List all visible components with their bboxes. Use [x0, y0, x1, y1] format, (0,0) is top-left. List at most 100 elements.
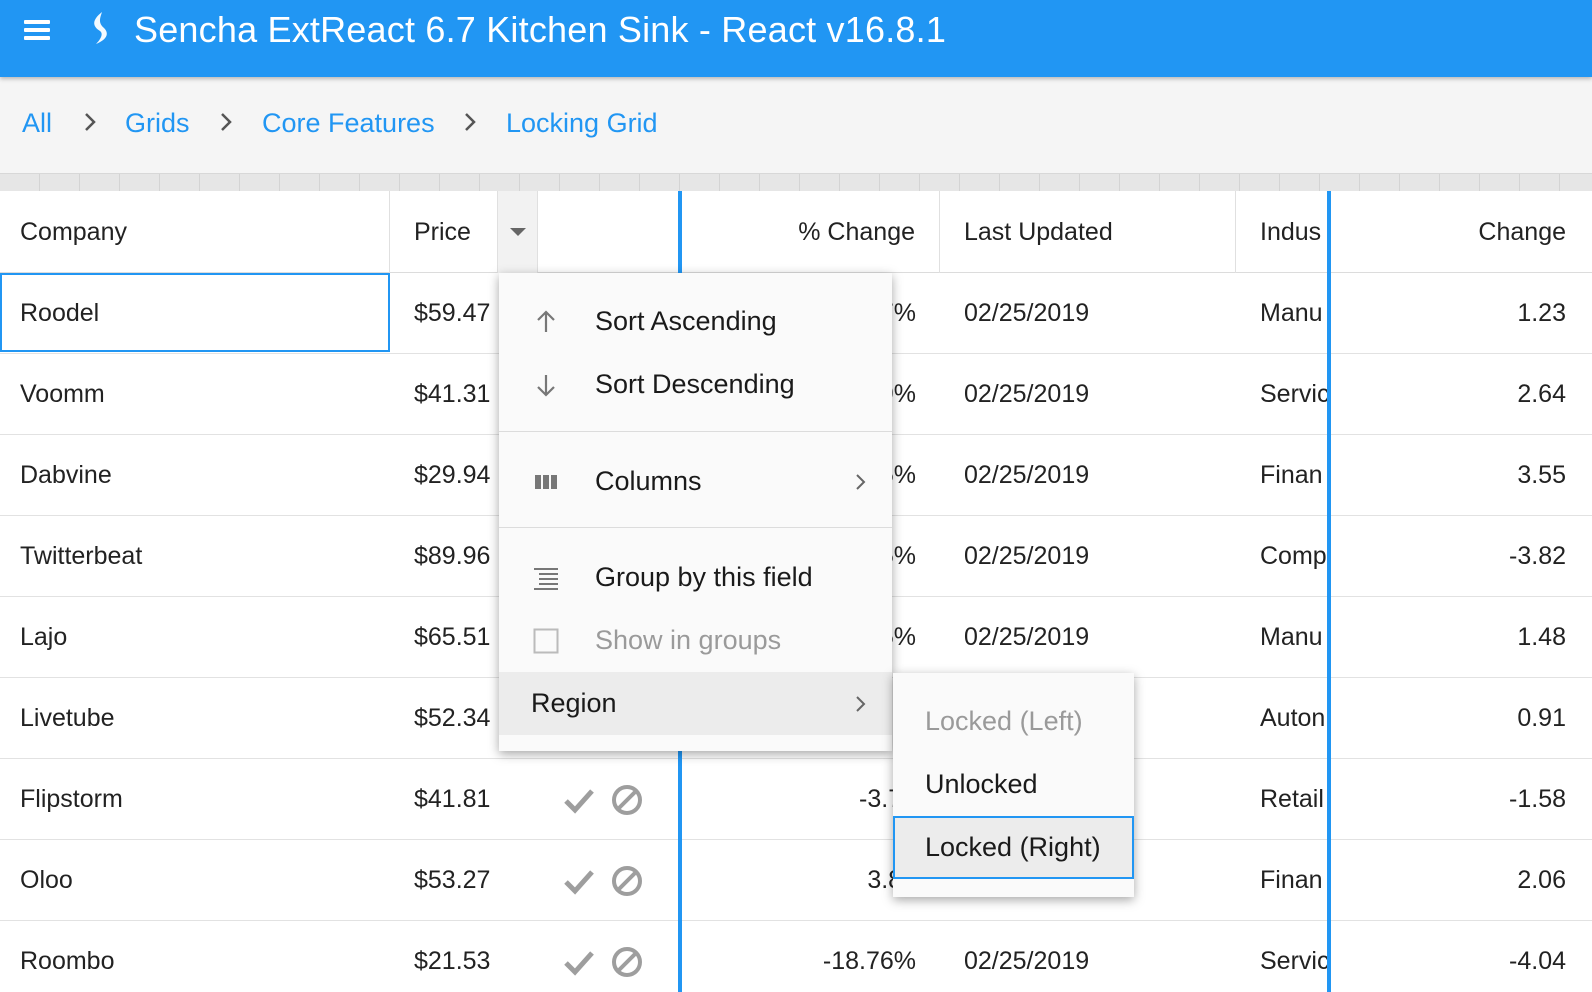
table-row[interactable]: Oloo $53.27 3.87 Finan 2.06	[0, 840, 1592, 921]
arrow-up-icon	[537, 310, 555, 332]
industry-cell[interactable]: Auton	[1236, 678, 1328, 758]
price-cell[interactable]: $29.94	[390, 435, 496, 515]
splitter-bar[interactable]	[0, 173, 1592, 191]
column-menu-trigger[interactable]	[498, 191, 538, 273]
change-cell[interactable]: 3.55	[1332, 435, 1592, 515]
column-header-pct-change[interactable]: % Change	[684, 191, 940, 273]
table-row[interactable]: Flipstorm $41.81 -3.78 Retail -1.58	[0, 759, 1592, 840]
company-cell[interactable]: Dabvine	[0, 435, 390, 515]
menu-item-label: Group by this field	[595, 562, 813, 592]
price-cell[interactable]: $21.53	[390, 921, 496, 992]
menu-item-label: Columns	[595, 466, 702, 496]
menu-item-label: Show in groups	[595, 625, 782, 655]
price-cell[interactable]: $59.47	[390, 273, 496, 353]
chevron-right-icon	[856, 474, 866, 490]
price-cell[interactable]: $41.81	[390, 759, 496, 839]
breadcrumb-locking-grid[interactable]: Locking Grid	[506, 108, 658, 139]
column-header-industry[interactable]: Indus	[1236, 191, 1328, 273]
hamburger-icon[interactable]	[22, 18, 52, 42]
company-cell[interactable]: Livetube	[0, 678, 390, 758]
last-updated-cell[interactable]: 02/25/2019	[940, 354, 1236, 434]
check-icon[interactable]	[561, 944, 597, 980]
chevron-right-icon	[465, 113, 476, 131]
company-cell[interactable]: Roodel	[0, 273, 390, 353]
chevron-right-icon	[221, 113, 232, 131]
price-cell[interactable]: $53.27	[390, 840, 496, 920]
change-cell[interactable]: 1.23	[1332, 273, 1592, 353]
locked-right-boundary	[1327, 191, 1331, 992]
change-cell[interactable]: 1.48	[1332, 597, 1592, 677]
app-title: Sencha ExtReact 6.7 Kitchen Sink - React…	[134, 9, 947, 50]
table-row[interactable]: Roombo $21.53 -18.76% 02/25/2019 Servic -4.04	[0, 921, 1592, 992]
last-updated-cell[interactable]: 02/25/2019	[940, 921, 1236, 992]
breadcrumb-core-features[interactable]: Core Features	[262, 108, 435, 139]
industry-cell[interactable]: Servic	[1236, 354, 1328, 434]
region-submenu: Locked (Left) Unlocked Locked (Right)	[893, 673, 1134, 897]
change-cell[interactable]: 2.64	[1332, 354, 1592, 434]
last-updated-cell[interactable]: 02/25/2019	[940, 516, 1236, 596]
industry-cell[interactable]: Finan	[1236, 435, 1328, 515]
price-cell[interactable]: $89.96	[390, 516, 496, 596]
app-title-bar: Sencha ExtReact 6.7 Kitchen Sink - React…	[0, 0, 1592, 77]
company-cell[interactable]: Roombo	[0, 921, 390, 992]
company-cell[interactable]: Voomm	[0, 354, 390, 434]
menu-item-region[interactable]: Region	[499, 672, 892, 735]
breadcrumb-grids[interactable]: Grids	[125, 108, 190, 139]
company-cell[interactable]: Lajo	[0, 597, 390, 677]
breadcrumb-all[interactable]: All	[22, 108, 52, 139]
menu-item-label: Sort Descending	[595, 369, 795, 399]
price-cell[interactable]: $65.51	[390, 597, 496, 677]
chevron-right-icon	[856, 696, 866, 712]
block-icon[interactable]	[609, 863, 645, 899]
menu-separator	[499, 431, 892, 432]
column-header-company[interactable]: Company	[0, 191, 390, 273]
menu-item-show-in-groups[interactable]: Show in groups	[499, 609, 892, 672]
menu-item-sort-ascending[interactable]: Sort Ascending	[499, 290, 892, 353]
change-cell[interactable]: -3.82	[1332, 516, 1592, 596]
price-cell[interactable]: $52.34	[390, 678, 496, 758]
industry-cell[interactable]: Retail	[1236, 759, 1328, 839]
change-cell[interactable]: 0.91	[1332, 678, 1592, 758]
group-by-icon	[534, 568, 558, 590]
change-cell[interactable]: -4.04	[1332, 921, 1592, 992]
checkbox-icon	[533, 628, 559, 654]
menu-item-columns[interactable]: Columns	[499, 450, 892, 513]
arrow-down-icon	[537, 375, 555, 397]
menu-item-unlocked[interactable]: Unlocked	[893, 753, 1134, 816]
menu-item-sort-descending[interactable]: Sort Descending	[499, 353, 892, 416]
menu-item-label: Region	[531, 688, 617, 718]
industry-cell[interactable]: Servic	[1236, 921, 1328, 992]
change-cell[interactable]: 2.06	[1332, 840, 1592, 920]
column-header-change[interactable]: Change	[1332, 191, 1592, 273]
menu-separator	[499, 527, 892, 528]
check-icon[interactable]	[561, 782, 597, 818]
breadcrumb: All Grids Core Features Locking Grid	[0, 77, 1592, 173]
pct-change-cell[interactable]: -18.76%	[684, 921, 940, 992]
company-cell[interactable]: Twitterbeat	[0, 516, 390, 596]
check-icon[interactable]	[561, 863, 597, 899]
price-cell[interactable]: $41.31	[390, 354, 496, 434]
menu-item-group-by[interactable]: Group by this field	[499, 546, 892, 609]
menu-item-label: Sort Ascending	[595, 306, 777, 336]
last-updated-cell[interactable]: 02/25/2019	[940, 435, 1236, 515]
company-cell[interactable]: Oloo	[0, 840, 390, 920]
industry-cell[interactable]: Manu	[1236, 597, 1328, 677]
column-header-price[interactable]: Price	[390, 191, 498, 273]
column-header-last-updated[interactable]: Last Updated	[940, 191, 1236, 273]
block-icon[interactable]	[609, 944, 645, 980]
column-header-actions[interactable]	[538, 191, 680, 273]
sencha-logo-icon	[94, 12, 107, 44]
change-cell[interactable]: -1.58	[1332, 759, 1592, 839]
last-updated-cell[interactable]: 02/25/2019	[940, 597, 1236, 677]
industry-cell[interactable]: Comp	[1236, 516, 1328, 596]
company-cell[interactable]: Flipstorm	[0, 759, 390, 839]
columns-icon	[535, 475, 557, 489]
block-icon[interactable]	[609, 782, 645, 818]
industry-cell[interactable]: Manu	[1236, 273, 1328, 353]
industry-cell[interactable]: Finan	[1236, 840, 1328, 920]
chevron-right-icon	[85, 113, 96, 131]
menu-item-locked-left[interactable]: Locked (Left)	[893, 690, 1134, 753]
column-menu: Sort Ascending Sort Descending Columns G…	[499, 273, 892, 751]
menu-item-locked-right[interactable]: Locked (Right)	[893, 816, 1134, 879]
last-updated-cell[interactable]: 02/25/2019	[940, 273, 1236, 353]
